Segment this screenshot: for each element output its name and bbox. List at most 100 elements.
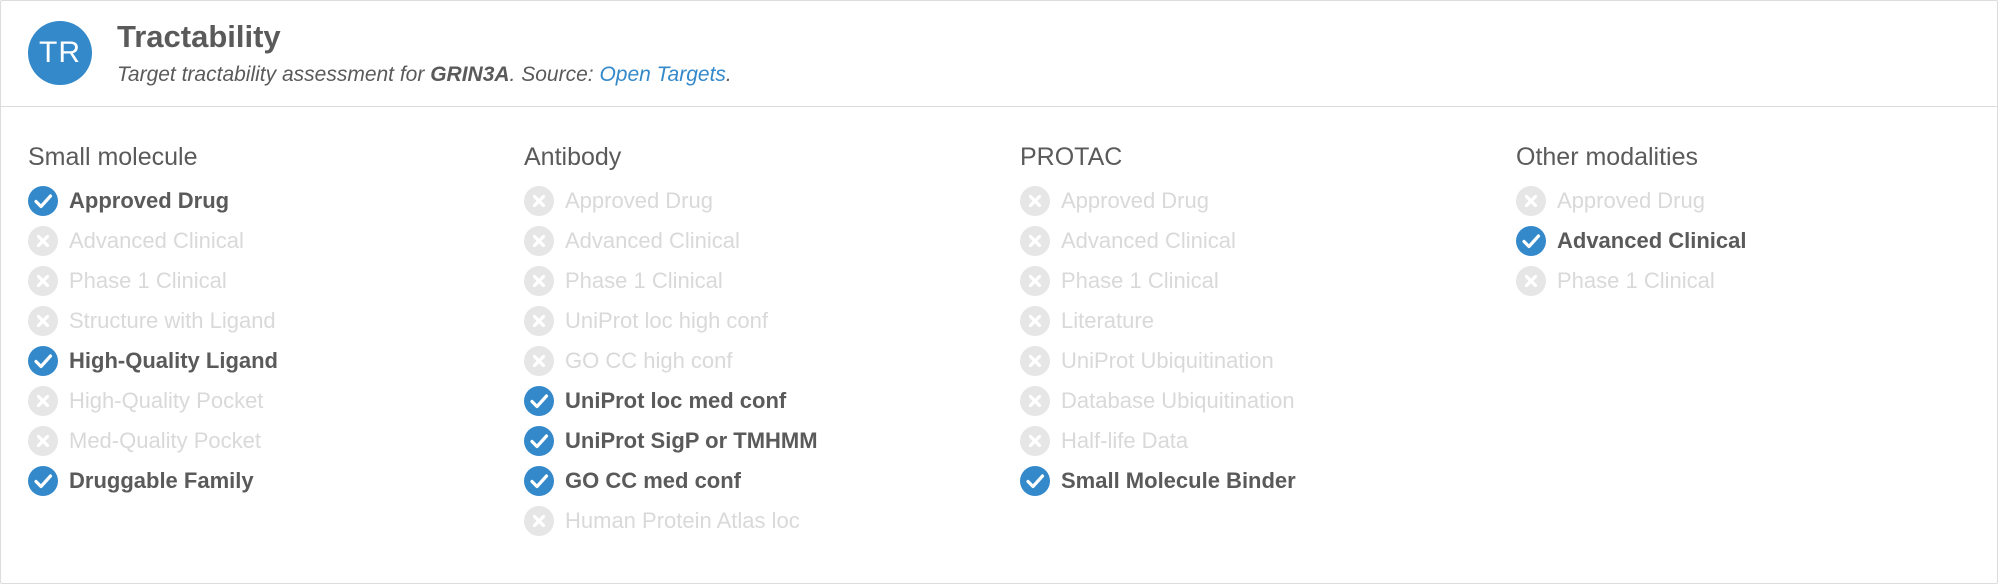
cross-circle-icon (1020, 226, 1050, 256)
criterion-label: Phase 1 Clinical (69, 268, 227, 293)
criteria-list: Approved Drug Advanced Clinical Phase 1 Cl… (524, 181, 984, 541)
criterion-item: Advanced Clinical (28, 221, 488, 261)
column-other-modalities: Other modalities Approved Drug Advanced C… (1516, 141, 1976, 301)
criterion-label: GO CC med conf (565, 468, 742, 493)
check-circle-icon (28, 466, 58, 496)
criterion-item: Literature (1020, 301, 1480, 341)
criterion-item: Druggable Family (28, 461, 488, 501)
criterion-item: Database Ubiquitination (1020, 381, 1480, 421)
subtitle-prefix: Target tractability assessment for (117, 63, 431, 86)
target-symbol: GRIN3A (430, 63, 510, 86)
criterion-item: GO CC med conf (524, 461, 984, 501)
column-small-molecule: Small molecule Approved Drug Advanced Cli… (28, 141, 488, 501)
check-circle-icon (524, 466, 554, 496)
criterion-item: High-Quality Pocket (28, 381, 488, 421)
check-circle-icon (1020, 466, 1050, 496)
cross-circle-icon (1020, 186, 1050, 216)
cross-circle-icon (28, 306, 58, 336)
criterion-label: UniProt SigP or TMHMM (565, 428, 818, 453)
check-circle-icon (1516, 226, 1546, 256)
criterion-label: Advanced Clinical (1557, 228, 1747, 253)
criterion-label: UniProt loc high conf (565, 308, 768, 333)
criterion-item: Human Protein Atlas loc (524, 501, 984, 541)
criterion-label: Structure with Ligand (69, 308, 276, 333)
column-antibody: Antibody Approved Drug Advanced Clinical P… (524, 141, 984, 541)
subtitle-mid: . Source: (509, 63, 600, 86)
criteria-list: Approved Drug Advanced Clinical Phase 1 Cl… (28, 181, 488, 501)
criterion-item: Approved Drug (524, 181, 984, 221)
criterion-item: Half-life Data (1020, 421, 1480, 461)
modality-columns: Small molecule Approved Drug Advanced Cli… (28, 141, 1997, 541)
cross-circle-icon (524, 346, 554, 376)
cross-circle-icon (524, 506, 554, 536)
criterion-label: Advanced Clinical (565, 228, 740, 253)
criterion-label: Phase 1 Clinical (565, 268, 723, 293)
criterion-label: High-Quality Pocket (69, 388, 264, 413)
criterion-item: High-Quality Ligand (28, 341, 488, 381)
criterion-label: Small Molecule Binder (1061, 468, 1296, 493)
criterion-label: Literature (1061, 308, 1154, 333)
criterion-item: Med-Quality Pocket (28, 421, 488, 461)
criterion-item: Approved Drug (28, 181, 488, 221)
criterion-item: Structure with Ligand (28, 301, 488, 341)
criterion-label: Med-Quality Pocket (69, 428, 261, 453)
subtitle-suffix: . (725, 63, 732, 86)
tractability-card: TR Tractability Target tractability asse… (0, 0, 1998, 584)
cross-circle-icon (1020, 266, 1050, 296)
criterion-item: Approved Drug (1516, 181, 1976, 221)
criterion-label: Approved Drug (565, 188, 713, 213)
criterion-item: UniProt loc med conf (524, 381, 984, 421)
section-title: Tractability (117, 19, 281, 54)
criterion-label: Approved Drug (1557, 188, 1705, 213)
column-title: Small molecule (28, 143, 198, 171)
cross-circle-icon (1020, 306, 1050, 336)
cross-circle-icon (524, 226, 554, 256)
criterion-item: Approved Drug (1020, 181, 1480, 221)
criterion-item: Advanced Clinical (524, 221, 984, 261)
cross-circle-icon (524, 186, 554, 216)
criterion-label: Human Protein Atlas loc (565, 508, 800, 533)
cross-circle-icon (524, 266, 554, 296)
criterion-label: Advanced Clinical (1061, 228, 1236, 253)
criteria-list: Approved Drug Advanced Clinical Phase 1 Cl… (1516, 181, 1976, 301)
criterion-label: UniProt loc med conf (565, 388, 787, 413)
card-header: TR Tractability Target tractability asse… (1, 1, 1997, 107)
cross-circle-icon (1516, 186, 1546, 216)
criterion-item: UniProt SigP or TMHMM (524, 421, 984, 461)
check-circle-icon (28, 346, 58, 376)
cross-circle-icon (28, 386, 58, 416)
column-title: PROTAC (1020, 143, 1123, 171)
criterion-item: Phase 1 Clinical (1020, 261, 1480, 301)
criterion-item: UniProt Ubiquitination (1020, 341, 1480, 381)
cross-circle-icon (28, 266, 58, 296)
criterion-label: Approved Drug (69, 188, 230, 213)
criterion-label: High-Quality Ligand (69, 348, 278, 373)
criterion-item: UniProt loc high conf (524, 301, 984, 341)
section-subtitle: Target tractability assessment for GRIN3… (117, 63, 732, 87)
cross-circle-icon (1020, 426, 1050, 456)
check-circle-icon (524, 386, 554, 416)
open-targets-link[interactable]: Open Targets (599, 63, 725, 86)
cross-circle-icon (1516, 266, 1546, 296)
criterion-item: Advanced Clinical (1516, 221, 1976, 261)
criterion-label: Database Ubiquitination (1061, 388, 1295, 413)
check-circle-icon (524, 426, 554, 456)
criterion-label: Phase 1 Clinical (1557, 268, 1715, 293)
check-circle-icon (28, 186, 58, 216)
cross-circle-icon (28, 226, 58, 256)
criterion-item: Phase 1 Clinical (1516, 261, 1976, 301)
criterion-item: Phase 1 Clinical (28, 261, 488, 301)
cross-circle-icon (1020, 386, 1050, 416)
criterion-label: Advanced Clinical (69, 228, 244, 253)
criterion-item: GO CC high conf (524, 341, 984, 381)
cross-circle-icon (28, 426, 58, 456)
column-protac: PROTAC Approved Drug Advanced Clinical Pha… (1020, 141, 1480, 501)
cross-circle-icon (1020, 346, 1050, 376)
criterion-item: Advanced Clinical (1020, 221, 1480, 261)
cross-circle-icon (524, 306, 554, 336)
criterion-label: Half-life Data (1061, 428, 1189, 453)
criterion-label: Druggable Family (69, 468, 254, 493)
section-avatar: TR (28, 21, 92, 85)
column-title: Other modalities (1516, 143, 1699, 171)
criterion-label: Approved Drug (1061, 188, 1209, 213)
